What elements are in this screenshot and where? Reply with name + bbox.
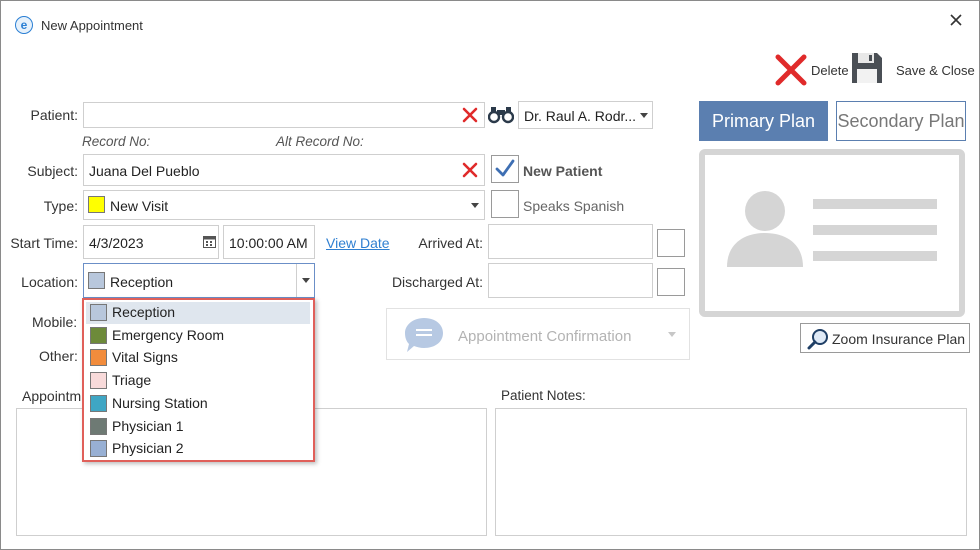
record-no-label: Record No: xyxy=(82,134,151,149)
new-patient-checkbox[interactable] xyxy=(491,155,519,183)
type-color-swatch xyxy=(88,196,105,213)
location-option-label: Reception xyxy=(112,304,176,320)
location-option[interactable]: Triage xyxy=(86,370,310,392)
subject-label: Subject: xyxy=(27,163,78,179)
location-option[interactable]: Vital Signs xyxy=(86,347,310,369)
patient-label: Patient: xyxy=(30,107,78,123)
checkmark-icon xyxy=(495,159,515,177)
chevron-down-icon xyxy=(302,278,310,283)
clear-patient-icon[interactable] xyxy=(462,107,478,123)
clear-subject-icon[interactable] xyxy=(462,162,478,178)
primary-plan-button[interactable]: Primary Plan xyxy=(699,101,828,141)
doctor-select-value: Dr. Raul A. Rodr... xyxy=(524,108,637,124)
calendar-icon[interactable] xyxy=(203,235,216,248)
mobile-label: Mobile: xyxy=(32,314,78,330)
location-option-label: Nursing Station xyxy=(112,394,208,411)
patient-notes-label: Patient Notes: xyxy=(501,388,586,403)
location-label: Location: xyxy=(21,274,78,290)
start-time-value: 10:00:00 AM xyxy=(229,235,308,251)
floppy-disk-icon xyxy=(852,53,882,83)
location-option-label: Vital Signs xyxy=(112,349,178,366)
zoom-insurance-plan-button[interactable]: Zoom Insurance Plan xyxy=(800,323,970,353)
chevron-down-icon xyxy=(640,113,648,118)
location-select-value: Reception xyxy=(110,274,174,290)
discharged-at-input[interactable] xyxy=(488,263,653,298)
subject-input[interactable]: Juana Del Pueblo xyxy=(83,154,485,186)
binoculars-icon[interactable] xyxy=(488,106,514,124)
zoom-insurance-plan-label: Zoom Insurance Plan xyxy=(832,331,966,347)
location-option-label: Physician 2 xyxy=(112,440,184,457)
appointment-confirmation-label: Appointment Confirmation xyxy=(458,328,632,345)
new-patient-label: New Patient xyxy=(523,163,603,179)
delete-x-icon xyxy=(775,54,807,86)
location-option-label: Triage xyxy=(112,372,152,389)
type-select[interactable]: New Visit xyxy=(83,190,485,220)
other-label: Other: xyxy=(39,348,78,364)
discharged-at-label: Discharged At: xyxy=(391,274,483,290)
patient-notes-textarea[interactable] xyxy=(495,408,967,536)
chat-bubble-icon xyxy=(405,318,443,352)
speaks-spanish-label: Speaks Spanish xyxy=(523,198,625,214)
location-option[interactable]: Emergency Room xyxy=(86,325,310,347)
location-option-color-swatch xyxy=(90,440,107,458)
alt-record-no-label: Alt Record No: xyxy=(276,134,364,149)
speaks-spanish-checkbox[interactable] xyxy=(491,190,519,218)
magnifier-icon xyxy=(807,329,828,350)
new-appointment-window: e New Appointment Delete Save & Close Pa… xyxy=(0,0,980,550)
location-option-label: Physician 1 xyxy=(112,417,184,434)
close-window-button[interactable] xyxy=(945,9,967,31)
location-option[interactable]: Physician 2 xyxy=(86,438,310,460)
patient-input[interactable] xyxy=(83,102,485,128)
window-title: New Appointment xyxy=(41,18,143,33)
close-icon xyxy=(950,14,962,26)
chevron-down-icon xyxy=(668,332,676,337)
location-option-color-swatch xyxy=(90,349,107,367)
location-option-color-swatch xyxy=(90,372,107,390)
start-date-input[interactable]: 4/3/2023 xyxy=(83,225,219,259)
location-option-color-swatch xyxy=(90,304,107,321)
delete-label: Delete xyxy=(811,63,849,78)
secondary-plan-button[interactable]: Secondary Plan xyxy=(836,101,966,141)
insurance-card-placeholder xyxy=(699,149,965,317)
location-option[interactable]: Physician 1 xyxy=(86,416,310,438)
save-close-button[interactable]: Save & Close xyxy=(850,51,975,87)
type-select-value: New Visit xyxy=(110,198,169,214)
start-date-value: 4/3/2023 xyxy=(89,235,144,251)
location-option[interactable]: Reception xyxy=(86,302,310,324)
discharged-at-checkbox[interactable] xyxy=(657,268,685,296)
app-logo-icon: e xyxy=(15,16,33,34)
location-option-color-swatch xyxy=(90,394,107,412)
id-card-icon xyxy=(727,191,937,267)
location-dropdown-list: Reception Emergency Room Vital Signs Triage… xyxy=(82,298,315,462)
location-dropdown-button[interactable] xyxy=(296,264,314,297)
location-option[interactable]: Nursing Station xyxy=(86,393,310,415)
doctor-select[interactable]: Dr. Raul A. Rodr... xyxy=(518,101,653,129)
appointment-notes-label: Appointm xyxy=(22,388,82,404)
view-date-link[interactable]: View Date xyxy=(326,235,390,251)
svg-text:e: e xyxy=(21,18,28,32)
appointment-confirmation-button[interactable]: Appointment Confirmation xyxy=(386,308,690,360)
delete-button[interactable]: Delete xyxy=(774,53,849,87)
subject-input-value: Juana Del Pueblo xyxy=(89,163,200,179)
start-time-input[interactable]: 10:00:00 AM xyxy=(223,225,315,259)
location-option-color-swatch xyxy=(90,326,107,344)
arrived-at-label: Arrived At: xyxy=(418,235,483,251)
location-color-swatch xyxy=(88,272,105,289)
type-label: Type: xyxy=(43,198,78,214)
location-option-color-swatch xyxy=(90,417,107,435)
chevron-down-icon xyxy=(471,203,479,208)
location-select[interactable]: Reception xyxy=(83,263,315,298)
arrived-at-checkbox[interactable] xyxy=(657,229,685,257)
location-option-label: Emergency Room xyxy=(112,326,225,343)
arrived-at-input[interactable] xyxy=(488,224,653,259)
start-time-label: Start Time: xyxy=(10,235,78,251)
save-close-label: Save & Close xyxy=(896,63,975,78)
